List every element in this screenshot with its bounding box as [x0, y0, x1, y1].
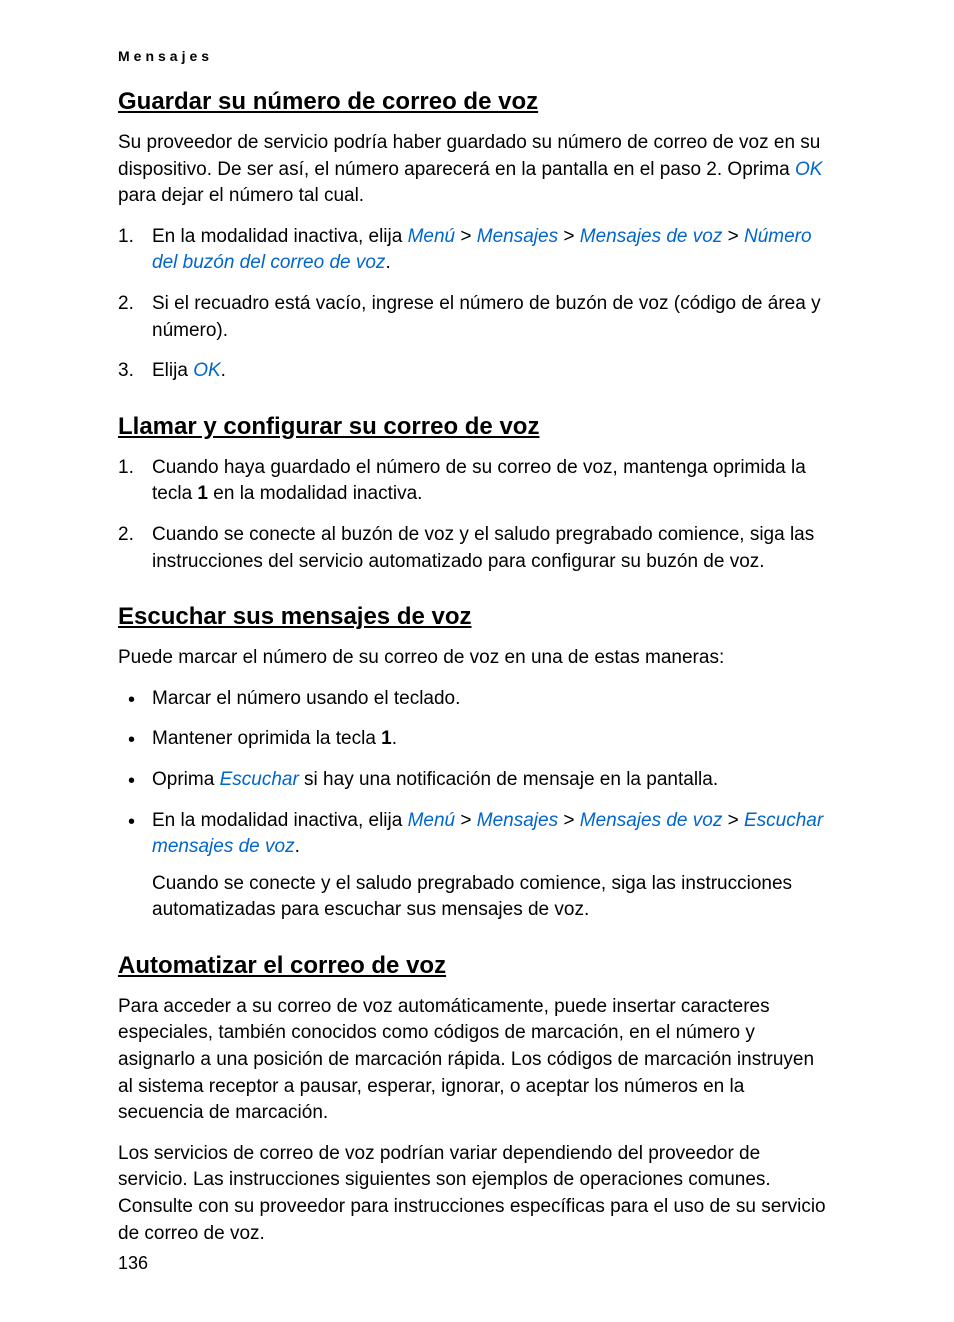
text: Elija	[152, 360, 193, 381]
text: Cuando se conecte al buzón de voz y el s…	[152, 524, 814, 572]
paragraph: Los servicios de correo de voz podrían v…	[118, 1141, 834, 1247]
page-number: 136	[118, 1253, 148, 1274]
list-number: 1.	[118, 455, 134, 482]
link-escuchar: Escuchar	[220, 769, 299, 790]
ordered-list: 1. En la modalidad inactiva, elija Menú …	[118, 224, 834, 385]
list-item: 1. En la modalidad inactiva, elija Menú …	[118, 224, 834, 277]
text: .	[221, 360, 226, 381]
text: .	[392, 728, 397, 749]
text: en la modalidad inactiva.	[208, 483, 422, 504]
list-number: 1.	[118, 224, 134, 251]
text: >	[558, 226, 580, 247]
section-header: Mensajes	[118, 48, 834, 64]
paragraph: Para acceder a su correo de voz automáti…	[118, 994, 834, 1127]
ordered-list: 1. Cuando haya guardado el número de su …	[118, 455, 834, 575]
link-mensajes: Mensajes	[477, 226, 558, 247]
key-1: 1	[381, 728, 392, 749]
text: >	[722, 226, 744, 247]
text: para dejar el número tal cual.	[118, 185, 364, 206]
link-menu: Menú	[408, 810, 456, 831]
text: Oprima	[152, 769, 220, 790]
list-number: 2.	[118, 291, 134, 318]
text: Su proveedor de servicio podría haber gu…	[118, 132, 820, 180]
sub-paragraph: Cuando se conecte y el saludo pregrabado…	[152, 871, 834, 924]
unordered-list: Marcar el número usando el teclado. Mant…	[118, 686, 834, 924]
heading-escuchar: Escuchar sus mensajes de voz	[118, 603, 834, 631]
heading-automatizar: Automatizar el correo de voz	[118, 952, 834, 980]
text: >	[722, 810, 744, 831]
list-item: 1. Cuando haya guardado el número de su …	[118, 455, 834, 508]
text: si hay una notificación de mensaje en la…	[299, 769, 718, 790]
text: .	[385, 252, 390, 273]
heading-llamar: Llamar y configurar su correo de voz	[118, 413, 834, 441]
link-mensajes-voz: Mensajes de voz	[580, 810, 723, 831]
paragraph: Puede marcar el número de su correo de v…	[118, 645, 834, 672]
list-item: Mantener oprimida la tecla 1.	[118, 726, 834, 753]
section-escuchar: Escuchar sus mensajes de voz Puede marca…	[118, 603, 834, 924]
section-guardar: Guardar su número de correo de voz Su pr…	[118, 88, 834, 385]
section-automatizar: Automatizar el correo de voz Para accede…	[118, 952, 834, 1247]
text: >	[558, 810, 580, 831]
link-mensajes-voz: Mensajes de voz	[580, 226, 723, 247]
text: Marcar el número usando el teclado.	[152, 688, 460, 709]
link-ok: OK	[795, 159, 822, 180]
link-mensajes: Mensajes	[477, 810, 558, 831]
list-item: En la modalidad inactiva, elija Menú > M…	[118, 808, 834, 924]
list-number: 2.	[118, 522, 134, 549]
text: .	[295, 836, 300, 857]
link-ok: OK	[193, 360, 220, 381]
heading-guardar: Guardar su número de correo de voz	[118, 88, 834, 116]
list-item: 2. Si el recuadro está vacío, ingrese el…	[118, 291, 834, 344]
text: Si el recuadro está vacío, ingrese el nú…	[152, 293, 821, 341]
section-llamar: Llamar y configurar su correo de voz 1. …	[118, 413, 834, 575]
link-menu: Menú	[408, 226, 456, 247]
list-item: 3. Elija OK.	[118, 358, 834, 385]
list-item: Marcar el número usando el teclado.	[118, 686, 834, 713]
key-1: 1	[197, 483, 208, 504]
text: En la modalidad inactiva, elija	[152, 226, 408, 247]
text: Mantener oprimida la tecla	[152, 728, 381, 749]
text: >	[455, 810, 477, 831]
text: En la modalidad inactiva, elija	[152, 810, 408, 831]
list-item: Oprima Escuchar si hay una notificación …	[118, 767, 834, 794]
text: >	[455, 226, 477, 247]
paragraph: Su proveedor de servicio podría haber gu…	[118, 130, 834, 210]
list-item: 2. Cuando se conecte al buzón de voz y e…	[118, 522, 834, 575]
list-number: 3.	[118, 358, 134, 385]
